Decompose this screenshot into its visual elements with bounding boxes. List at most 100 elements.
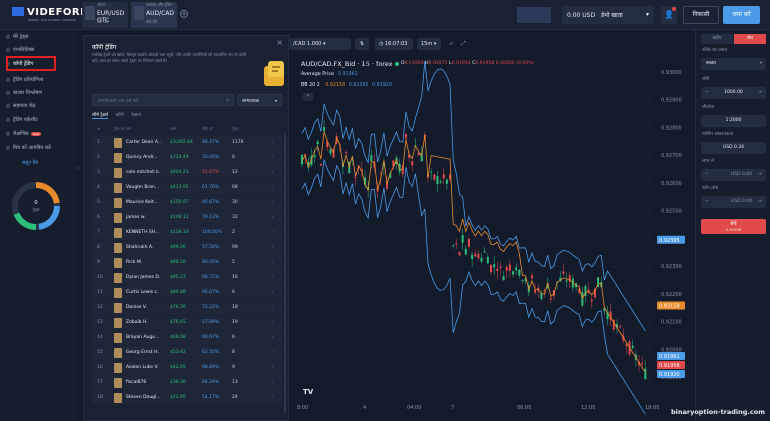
avatar: [114, 198, 122, 208]
table-row[interactable]: 10 Dylan James D. $95.23 68.75% 16 ›: [92, 271, 282, 285]
table-row[interactable]: 7 KENNETH SH... $138.10 100.00% 2 ›: [92, 226, 282, 240]
deposit-button[interactable]: जमा करें: [723, 6, 760, 24]
col-win-rate[interactable]: जीत दर: [202, 126, 213, 132]
chevron-right-icon[interactable]: ›: [272, 350, 274, 355]
sidebar-item-invite[interactable]: ◎ मित्र को आमंत्रित करें: [6, 145, 51, 155]
sidebar-item-worksheet[interactable]: ◎ ट्रेडिंग वर्कशीट: [6, 117, 38, 127]
minus-icon[interactable]: −: [705, 196, 709, 208]
table-row[interactable]: 9 Rick M. $98.50 80.00% 5 ›: [92, 256, 282, 270]
tab-sell[interactable]: सेल: [734, 34, 766, 44]
table-header: # ट्रेडर का नाम लाभ जीत दर ट्रेड्स: [92, 124, 282, 133]
col-trades[interactable]: ट्रेड्स: [232, 126, 239, 132]
copy-trading-illustration-icon: [264, 61, 284, 86]
chevron-right-icon[interactable]: ›: [272, 320, 274, 325]
promo-banner[interactable]: [517, 7, 551, 23]
trader-trades: 99: [232, 245, 238, 250]
table-row[interactable]: 4 Vaughn Bran... $413.95 61.76% 68 ›: [92, 181, 282, 195]
time-tick-label: 7: [451, 405, 454, 411]
sort-select[interactable]: लाभदायक ▾: [237, 94, 282, 106]
price-chart[interactable]: 0.93000 0.92900 0.92800 0.92700 0.92600 0.925…: [289, 30, 689, 421]
table-row[interactable]: 12 Denise V. $76.76 72.22% 18 ›: [92, 301, 282, 315]
sidebar-sale-link[interactable]: सबूत बैंड: [22, 160, 38, 166]
trader-win-rate: 50.00%: [202, 155, 220, 160]
trader-search-input[interactable]: उपयोगकर्ता नाम दर्ज करें ⌕: [92, 94, 234, 106]
chevron-down-icon: ▾: [274, 98, 277, 103]
table-row[interactable]: 17 fiscal876 $39.36 64.29% 13 ›: [92, 376, 282, 390]
tab-watch[interactable]: देखना: [131, 113, 141, 118]
chevron-right-icon[interactable]: ›: [272, 185, 274, 190]
table-row[interactable]: 11 Curtis Lewis c. $84.88 66.67% 6 ›: [92, 286, 282, 300]
trader-win-rate: 66.67%: [202, 335, 220, 340]
chevron-right-icon[interactable]: ›: [272, 155, 274, 160]
table-row[interactable]: 6 james w. $149.12 78.13% 32 ›: [92, 211, 282, 225]
order-type-select[interactable]: बाज़ार ▾: [701, 58, 766, 70]
candle-body: [619, 326, 622, 328]
minus-icon[interactable]: −: [705, 87, 709, 99]
trader-win-rate: 54.17%: [202, 395, 220, 400]
table-row[interactable]: 8 Shahrukh A. $99.56 57.58% 99 ›: [92, 241, 282, 255]
take-profit-input[interactable]: − USD 0.00 +: [701, 169, 766, 181]
table-row[interactable]: 18 Steven Dougl... $22.95 54.17% 24 ›: [92, 391, 282, 405]
withdraw-button[interactable]: निकासी: [683, 6, 719, 24]
price-tick-label: 0.92600: [661, 181, 682, 187]
chevron-right-icon[interactable]: ›: [272, 365, 274, 370]
chevron-right-icon[interactable]: ›: [272, 200, 274, 205]
chevron-right-icon[interactable]: ›: [272, 290, 274, 295]
leverage-select[interactable]: 1:2000: [701, 115, 766, 127]
sidebar-item-my-trades[interactable]: ◎ मेरे ट्रेड्स: [6, 34, 28, 44]
add-tab-icon[interactable]: +: [180, 10, 188, 18]
trader-profit: $76.65: [170, 320, 186, 325]
table-row[interactable]: 5 Maurice Keit... $150.07 46.67% 30 ›: [92, 196, 282, 210]
sidebar-item-competition[interactable]: ◎ ट्रेडिंग प्रतियोगिता: [6, 77, 43, 87]
candle-body: [354, 177, 357, 179]
plus-icon[interactable]: +: [758, 87, 762, 99]
chevron-right-icon[interactable]: ›: [272, 335, 274, 340]
table-row[interactable]: 16 Avalon Luke V. $42.05 88.89% 9 ›: [92, 361, 282, 375]
trader-win-rate: 66.67%: [202, 290, 220, 295]
asset-tab-eurusd[interactable]: ऑफर EUR/USD OTC $0.00: [82, 2, 128, 28]
balance-selector[interactable]: 0.00 USD डेमो खाता ▾: [562, 6, 654, 24]
candle-body: [549, 297, 552, 300]
chevron-right-icon[interactable]: ›: [272, 380, 274, 385]
table-row[interactable]: 14 Brayan Augu... $68.08 66.67% 6 ›: [92, 331, 282, 345]
asset-tab-audcad[interactable]: क्लाउड और ट्रेडिंग AUD/CAD $0.00: [131, 2, 177, 28]
collapse-sidebar-icon[interactable]: ‹: [77, 165, 79, 172]
tab-top-traders[interactable]: सीर्ष ट्रेडर्स: [92, 113, 108, 119]
sidebar-item-market-analysis[interactable]: ◎ बाज़ार विश्लेषण: [6, 90, 42, 100]
chevron-right-icon[interactable]: ›: [272, 305, 274, 310]
chevron-right-icon[interactable]: ›: [272, 260, 274, 265]
table-row[interactable]: 2 Quincy Andr... $724.49 50.00% 6 ›: [92, 151, 282, 165]
chevron-right-icon[interactable]: ›: [272, 245, 274, 250]
chevron-right-icon[interactable]: ›: [272, 170, 274, 175]
tab-copy[interactable]: कॉपी: [115, 113, 123, 118]
chevron-right-icon[interactable]: ›: [272, 230, 274, 235]
time-tick-label: 12:00: [581, 405, 595, 411]
table-row[interactable]: 13 Zobaib H. $76.65 57.89% 19 ›: [92, 316, 282, 330]
minus-icon[interactable]: −: [705, 169, 709, 181]
candle-body: [329, 149, 332, 154]
amount-input[interactable]: − 1000.00 +: [701, 87, 766, 99]
chevron-right-icon[interactable]: ›: [272, 395, 274, 400]
trader-name: Zobaib H.: [126, 320, 148, 325]
chevron-down-icon: ▾: [645, 11, 649, 18]
chevron-right-icon[interactable]: ›: [272, 215, 274, 220]
sidebar-item-help[interactable]: ◎ सहायता केंद्र: [6, 103, 35, 113]
sell-button[interactable]: बेचें 0.91958: [701, 219, 766, 234]
sidebar-item-education[interactable]: ◎ शैक्षणिक New: [6, 131, 42, 141]
close-icon[interactable]: ×: [276, 38, 283, 47]
plus-icon[interactable]: +: [758, 196, 762, 208]
user-icon[interactable]: 👤: [661, 6, 677, 24]
plus-icon[interactable]: +: [758, 169, 762, 181]
trades-donut: [12, 182, 60, 230]
tab-buy[interactable]: खरीद: [701, 34, 733, 44]
chevron-right-icon[interactable]: ›: [272, 140, 274, 145]
trader-profit: $68.08: [170, 335, 186, 340]
stop-loss-input[interactable]: − USD 0.00 +: [701, 196, 766, 208]
col-profit[interactable]: लाभ: [170, 126, 176, 132]
price-tick-label: 0.92200: [661, 292, 682, 298]
table-row[interactable]: 3 cole mitchell k. $604.23 41.67% 12 ›: [92, 166, 282, 180]
table-row[interactable]: 15 Georg Ernst H. $53.82 62.50% 8 ›: [92, 346, 282, 360]
table-row[interactable]: 1 Carter Dean A... $3,042.84 46.47% 1176 ›: [92, 136, 282, 150]
chevron-right-icon[interactable]: ›: [272, 275, 274, 280]
scrollbar[interactable]: [284, 134, 286, 414]
